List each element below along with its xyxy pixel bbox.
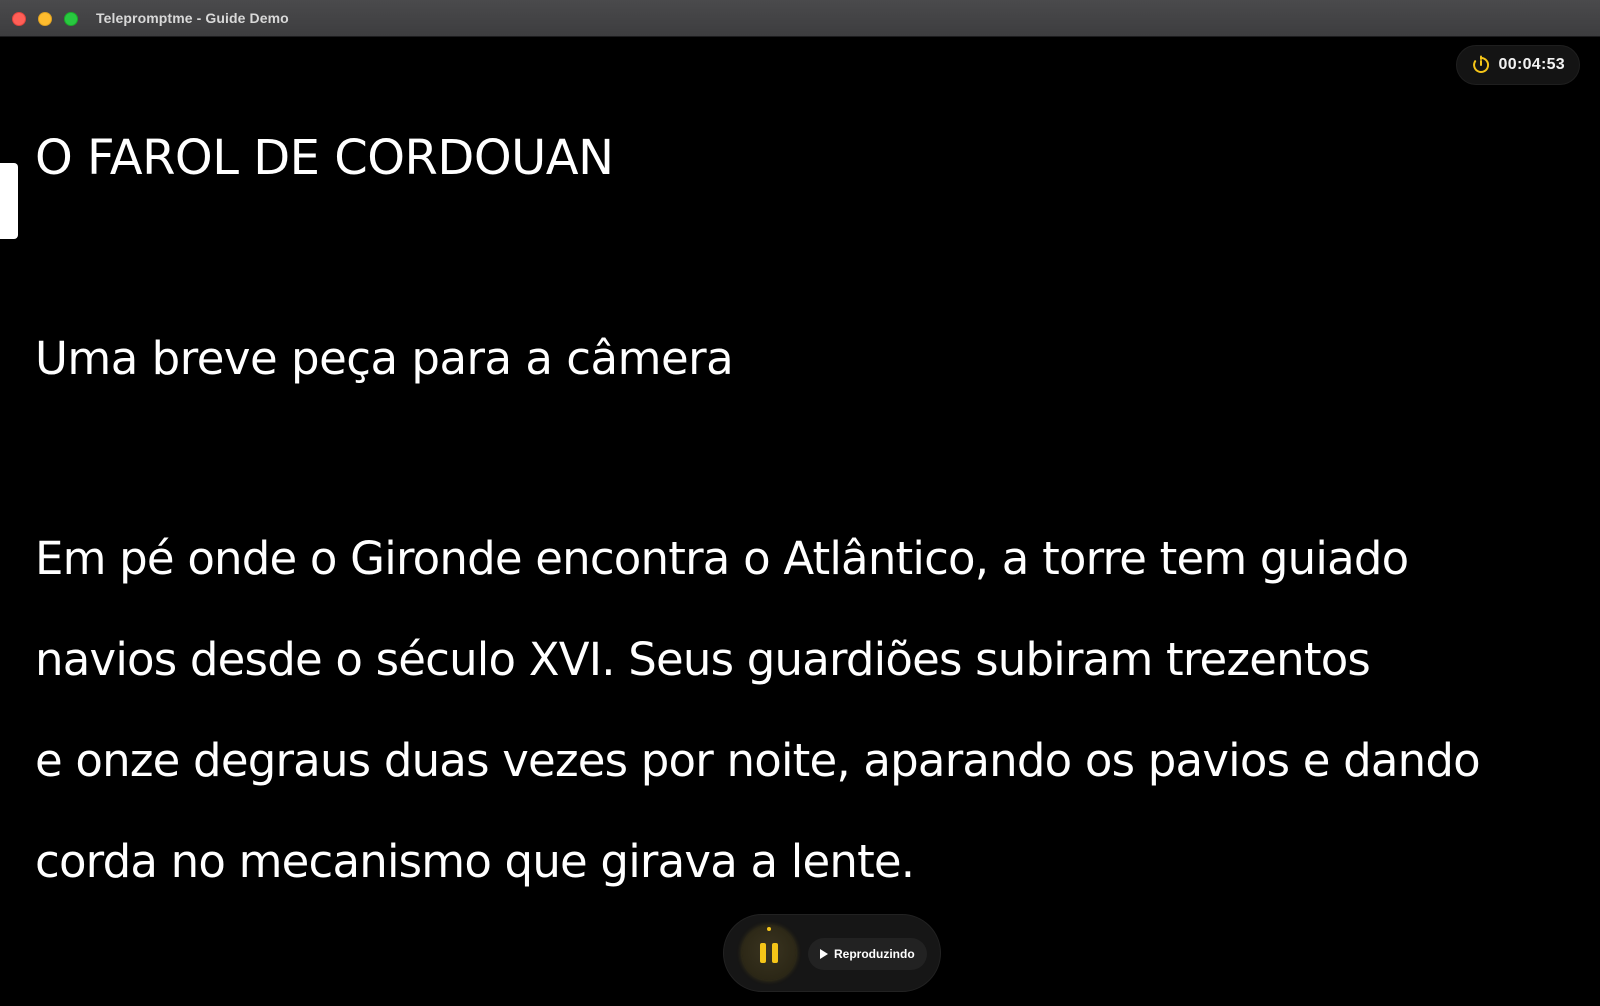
script-line: e onze degraus duas vezes por noite, apa… <box>35 734 1481 787</box>
playback-status-badge[interactable]: Reproduzindo <box>808 938 927 970</box>
script-body: Em pé onde o Gironde encontra o Atlântic… <box>35 529 1575 933</box>
play-icon <box>820 949 828 959</box>
script-subtitle: Uma breve peça para a câmera <box>35 332 734 385</box>
timer-value: 00:04:53 <box>1498 56 1565 73</box>
playback-controls: Reproduzindo <box>723 914 941 992</box>
pause-icon <box>760 943 778 963</box>
pause-button[interactable] <box>742 926 796 980</box>
window-title: Telepromptme - Guide Demo <box>96 10 289 26</box>
playback-status-label: Reproduzindo <box>834 947 915 961</box>
title-bar[interactable]: Telepromptme - Guide Demo <box>0 0 1600 37</box>
zoom-window-button[interactable] <box>64 12 78 26</box>
script-line: Em pé onde o Gironde encontra o Atlântic… <box>35 532 1409 585</box>
reading-position-marker[interactable] <box>0 163 18 239</box>
teleprompter-window: Telepromptme - Guide Demo 00:04:53 O FAR… <box>0 0 1600 1006</box>
timer-icon <box>1471 55 1491 75</box>
minimize-window-button[interactable] <box>38 12 52 26</box>
script-line: navios desde o século XVI. Seus guardiõe… <box>35 633 1371 686</box>
elapsed-timer: 00:04:53 <box>1455 45 1580 85</box>
script-title: O FAROL DE CORDOUAN <box>35 130 614 186</box>
progress-dot <box>767 927 771 931</box>
close-window-button[interactable] <box>12 12 26 26</box>
